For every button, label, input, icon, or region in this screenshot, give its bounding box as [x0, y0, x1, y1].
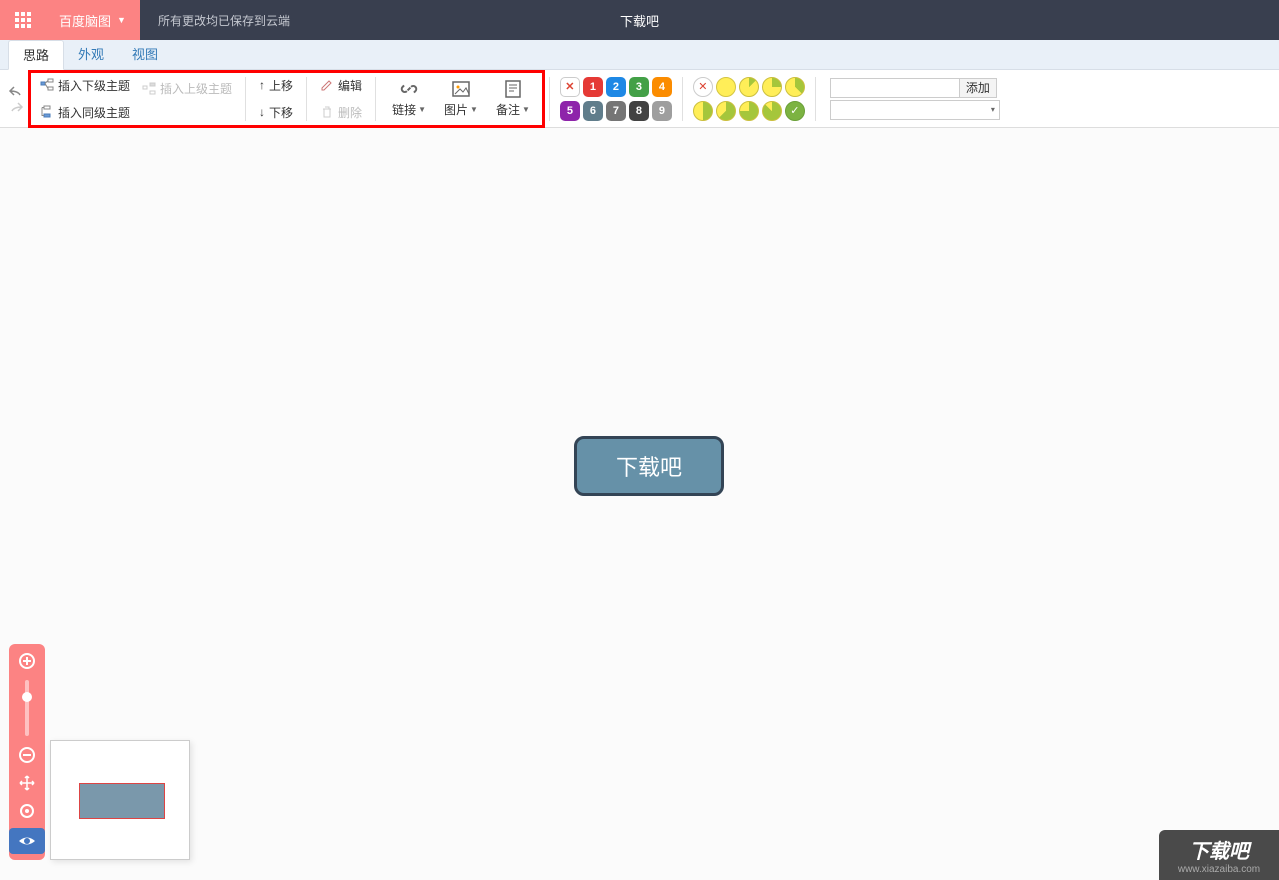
watermark-title: 下载吧	[1189, 835, 1249, 864]
toolbar-separator	[375, 77, 376, 121]
delete-button[interactable]: 删除	[317, 102, 365, 123]
chevron-down-icon: ▼	[117, 15, 126, 25]
priority-3[interactable]: 3	[629, 77, 649, 97]
priority-clear[interactable]	[560, 77, 580, 97]
tab-view[interactable]: 视图	[118, 40, 172, 70]
tab-appearance[interactable]: 外观	[64, 40, 118, 70]
progress-4[interactable]	[693, 101, 713, 121]
ribbon-tabs: 思路 外观 视图	[0, 40, 1279, 70]
arrow-up-icon: ↑	[259, 78, 265, 92]
zoom-slider[interactable]	[25, 680, 29, 736]
chevron-down-icon: ▼	[522, 105, 530, 114]
priority-group: 1 2 3 4 5 6 7 8 9	[554, 77, 678, 121]
watermark-url: www.xiazaiba.com	[1178, 864, 1260, 875]
highlighted-insert-group: 插入下级主题 插入同级主题 插入上级主题 ↑上移 ↓下移 编辑	[28, 70, 545, 128]
toggle-minimap-button[interactable]	[9, 828, 45, 854]
move-up-button[interactable]: ↑上移	[256, 75, 296, 96]
progress-6[interactable]	[739, 101, 759, 121]
priority-7[interactable]: 7	[606, 101, 626, 121]
tag-add-button[interactable]: 添加	[960, 78, 997, 98]
toolbar: 插入下级主题 插入同级主题 插入上级主题 ↑上移 ↓下移 编辑	[0, 70, 1279, 128]
progress-group	[687, 77, 811, 121]
progress-1[interactable]	[739, 77, 759, 97]
edit-button[interactable]: 编辑	[317, 75, 365, 96]
trash-icon	[320, 105, 334, 119]
tag-group: 添加 ▾	[820, 78, 1000, 120]
priority-5[interactable]: 5	[560, 101, 580, 121]
brand-dropdown[interactable]: 百度脑图 ▼	[45, 0, 140, 40]
progress-clear[interactable]	[693, 77, 713, 97]
progress-5[interactable]	[716, 101, 736, 121]
app-header: 百度脑图 ▼ 所有更改均已保存到云端 下载吧	[0, 0, 1279, 40]
zoom-out-button[interactable]	[15, 744, 39, 766]
chevron-down-icon: ▼	[470, 105, 478, 114]
progress-done[interactable]	[785, 101, 805, 121]
tag-input[interactable]	[830, 78, 960, 98]
toolbar-separator	[815, 77, 816, 121]
toolbar-separator	[245, 77, 246, 121]
chevron-down-icon: ▾	[991, 105, 995, 114]
mindmap-canvas[interactable]: 下载吧	[0, 128, 1279, 880]
save-status-text: 所有更改均已保存到云端	[158, 12, 290, 29]
insert-child-icon	[40, 78, 54, 92]
priority-2[interactable]: 2	[606, 77, 626, 97]
note-button[interactable]: 备注▼	[490, 79, 536, 118]
brand-label: 百度脑图	[59, 11, 111, 30]
progress-3[interactable]	[785, 77, 805, 97]
pan-button[interactable]	[15, 772, 39, 794]
priority-4[interactable]: 4	[652, 77, 672, 97]
insert-child-button[interactable]: 插入下级主题	[37, 75, 133, 96]
minimap-viewport[interactable]	[79, 783, 165, 819]
undo-icon[interactable]	[8, 85, 24, 97]
priority-9[interactable]: 9	[652, 101, 672, 121]
link-icon	[399, 79, 419, 99]
progress-0[interactable]	[716, 77, 736, 97]
move-down-button[interactable]: ↓下移	[256, 102, 296, 123]
link-button[interactable]: 链接▼	[386, 79, 432, 118]
progress-7[interactable]	[762, 101, 782, 121]
root-node[interactable]: 下载吧	[574, 436, 724, 496]
toolbar-separator	[549, 77, 550, 121]
tab-mind[interactable]: 思路	[8, 40, 64, 70]
toolbar-separator	[682, 77, 683, 121]
priority-1[interactable]: 1	[583, 77, 603, 97]
navigator-panel	[9, 644, 190, 860]
arrow-down-icon: ↓	[259, 105, 265, 119]
redo-icon[interactable]	[8, 101, 24, 113]
edit-icon	[320, 78, 334, 92]
priority-8[interactable]: 8	[629, 101, 649, 121]
toolbar-separator	[306, 77, 307, 121]
image-button[interactable]: 图片▼	[438, 79, 484, 118]
insert-sibling-button[interactable]: 插入同级主题	[37, 102, 133, 123]
chevron-down-icon: ▼	[418, 105, 426, 114]
image-icon	[451, 79, 471, 99]
document-title[interactable]: 下载吧	[620, 11, 659, 30]
insert-sibling-icon	[40, 105, 54, 119]
apps-menu-button[interactable]	[0, 0, 45, 40]
zoom-controls	[9, 644, 45, 860]
priority-6[interactable]: 6	[583, 101, 603, 121]
undo-redo-group	[4, 85, 28, 113]
zoom-in-button[interactable]	[15, 650, 39, 672]
progress-2[interactable]	[762, 77, 782, 97]
insert-parent-icon	[142, 82, 156, 96]
minimap[interactable]	[50, 740, 190, 860]
locate-button[interactable]	[15, 800, 39, 822]
note-icon	[503, 79, 523, 99]
insert-parent-button[interactable]: 插入上级主题	[139, 78, 235, 99]
tag-select[interactable]: ▾	[830, 100, 1000, 120]
apps-grid-icon	[15, 12, 31, 28]
watermark: 下载吧 www.xiazaiba.com	[1159, 830, 1279, 880]
